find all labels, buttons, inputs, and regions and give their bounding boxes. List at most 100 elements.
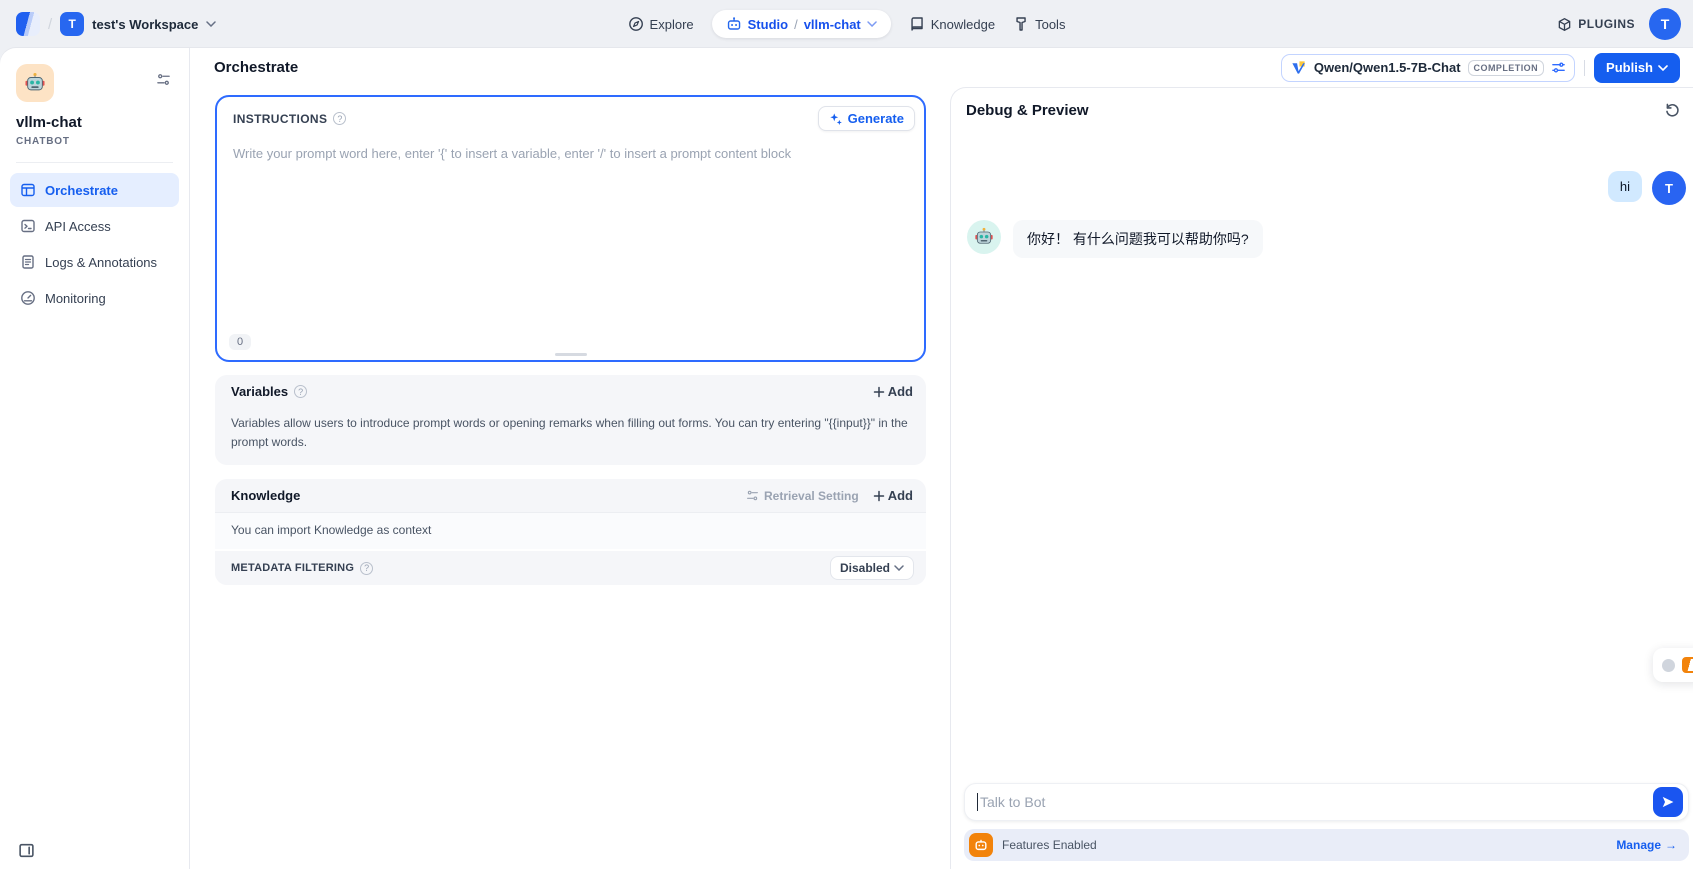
- sidebar-item-api-access[interactable]: API Access: [10, 209, 179, 243]
- restart-conversation-icon[interactable]: [1664, 101, 1681, 118]
- debug-preview-panel: Debug & Preview hi T 你好！ 有什么问题我可以帮助你吗?: [950, 87, 1693, 869]
- widget-dot-icon: [1662, 659, 1675, 672]
- variables-description: Variables allow users to introduce promp…: [215, 408, 926, 465]
- bot-message-bubble: 你好！ 有什么问题我可以帮助你吗?: [1013, 220, 1263, 258]
- app-type-label: CHATBOT: [16, 136, 173, 147]
- robot-emoji-icon: [974, 227, 994, 247]
- tools-icon: [1013, 16, 1029, 32]
- chevron-down-icon[interactable]: [867, 21, 877, 27]
- chat-area: hi T 你好！ 有什么问题我可以帮助你吗?: [951, 119, 1693, 258]
- publish-label: Publish: [1606, 60, 1653, 75]
- sidebar-divider: [16, 162, 173, 163]
- package-icon: [1557, 17, 1572, 32]
- sidebar-item-logs-annotations[interactable]: Logs & Annotations: [10, 245, 179, 279]
- orchestrate-icon: [20, 182, 36, 198]
- nav-studio-app-name[interactable]: vllm-chat: [804, 17, 861, 32]
- publish-button[interactable]: Publish: [1594, 53, 1680, 83]
- help-icon[interactable]: ?: [360, 562, 373, 575]
- knowledge-title: Knowledge: [231, 488, 300, 503]
- workspace-name[interactable]: test's Workspace: [92, 17, 198, 32]
- nav-studio[interactable]: Studio / vllm-chat: [712, 10, 891, 38]
- text-cursor: [977, 793, 978, 811]
- nav-explore[interactable]: Explore: [628, 16, 694, 32]
- chevron-down-icon: [1658, 65, 1668, 71]
- app-icon[interactable]: [16, 64, 54, 102]
- main-shell: vllm-chat CHATBOT Orchestrate API Access…: [0, 48, 1693, 869]
- sparkles-icon: [829, 112, 843, 126]
- chat-input[interactable]: Talk to Bot: [964, 783, 1689, 821]
- sidebar-item-orchestrate[interactable]: Orchestrate: [10, 173, 179, 207]
- generate-button[interactable]: Generate: [818, 106, 915, 131]
- chevron-down-icon[interactable]: [206, 21, 216, 27]
- sidebar-item-label: Logs & Annotations: [45, 255, 157, 270]
- explore-icon: [628, 16, 644, 32]
- bot-message-row: 你好！ 有什么问题我可以帮助你吗?: [951, 220, 1693, 258]
- dify-logo-icon[interactable]: [16, 12, 40, 36]
- features-enabled-label: Features Enabled: [1002, 838, 1097, 852]
- user-message-row: hi T: [951, 171, 1693, 205]
- robot-emoji-icon: [24, 72, 46, 94]
- model-params-icon[interactable]: [1551, 60, 1566, 75]
- knowledge-icon: [909, 16, 925, 32]
- add-knowledge-button[interactable]: Add: [873, 488, 913, 503]
- dify-orange-icon: [1682, 657, 1693, 673]
- knowledge-description: You can import Knowledge as context: [215, 512, 926, 549]
- plugins-button[interactable]: PLUGINS: [1557, 17, 1635, 32]
- instructions-title: INSTRUCTIONS: [233, 112, 327, 126]
- app-settings-icon[interactable]: [156, 72, 171, 87]
- send-icon: [1661, 795, 1675, 809]
- retrieval-settings-icon: [746, 489, 759, 502]
- generate-label: Generate: [848, 111, 904, 126]
- retrieval-setting-label: Retrieval Setting: [764, 489, 859, 503]
- add-label: Add: [888, 488, 913, 503]
- instructions-card: INSTRUCTIONS ? Generate Write your promp…: [215, 95, 926, 362]
- retrieval-setting-button[interactable]: Retrieval Setting: [746, 489, 859, 503]
- prompt-editor[interactable]: Write your prompt word here, enter '{' t…: [233, 146, 908, 161]
- model-selector[interactable]: Qwen/Qwen1.5-7B-Chat COMPLETION: [1281, 54, 1575, 82]
- top-nav: / T test's Workspace Explore Studio / vl…: [0, 0, 1693, 48]
- studio-slash: /: [794, 17, 798, 32]
- user-chat-avatar: T: [1652, 171, 1686, 205]
- plugins-label: PLUGINS: [1578, 17, 1635, 31]
- features-icon: [969, 833, 993, 857]
- page-title: Orchestrate: [214, 59, 298, 76]
- resize-handle[interactable]: [555, 353, 587, 356]
- content-header: Orchestrate Qwen/Qwen1.5-7B-Chat COMPLET…: [190, 48, 1693, 87]
- manage-label: Manage: [1616, 838, 1661, 852]
- plus-icon: [873, 490, 885, 502]
- sidebar-item-label: API Access: [45, 219, 111, 234]
- plus-icon: [873, 386, 885, 398]
- variables-card: Variables ? Add Variables allow users to…: [215, 375, 926, 465]
- sidebar-item-label: Orchestrate: [45, 183, 118, 198]
- model-name: Qwen/Qwen1.5-7B-Chat: [1314, 60, 1461, 75]
- manage-features-link[interactable]: Manage →: [1616, 838, 1677, 852]
- nav-knowledge[interactable]: Knowledge: [909, 16, 995, 32]
- metadata-filtering-select[interactable]: Disabled: [830, 556, 914, 580]
- add-label: Add: [888, 384, 913, 399]
- vllm-icon: [1290, 59, 1307, 76]
- knowledge-card: Knowledge Retrieval Setting Add You can …: [215, 479, 926, 585]
- app-name: vllm-chat: [16, 114, 173, 131]
- sidebar-item-monitoring[interactable]: Monitoring: [10, 281, 179, 315]
- send-button[interactable]: [1653, 787, 1683, 817]
- chat-input-placeholder: Talk to Bot: [980, 794, 1045, 810]
- user-avatar[interactable]: T: [1649, 8, 1681, 40]
- metadata-filtering-title: METADATA FILTERING: [231, 562, 354, 574]
- nav-tools-label: Tools: [1035, 17, 1065, 32]
- workspace-avatar[interactable]: T: [60, 12, 84, 36]
- help-icon[interactable]: ?: [294, 385, 307, 398]
- add-variable-button[interactable]: Add: [873, 384, 913, 399]
- metadata-filtering-value: Disabled: [840, 561, 890, 575]
- app-sidebar: vllm-chat CHATBOT Orchestrate API Access…: [0, 48, 190, 869]
- nav-tools[interactable]: Tools: [1013, 16, 1065, 32]
- bot-chat-avatar: [967, 220, 1001, 254]
- floating-widget[interactable]: [1653, 648, 1693, 682]
- arrow-right-icon: →: [1665, 838, 1677, 852]
- model-mode-badge: COMPLETION: [1468, 60, 1545, 76]
- user-message-bubble: hi: [1608, 171, 1642, 202]
- collapse-sidebar-icon[interactable]: [18, 842, 35, 859]
- help-icon[interactable]: ?: [333, 112, 346, 125]
- monitoring-icon: [20, 290, 36, 306]
- debug-preview-title: Debug & Preview: [951, 88, 1693, 119]
- variables-title: Variables: [231, 384, 288, 399]
